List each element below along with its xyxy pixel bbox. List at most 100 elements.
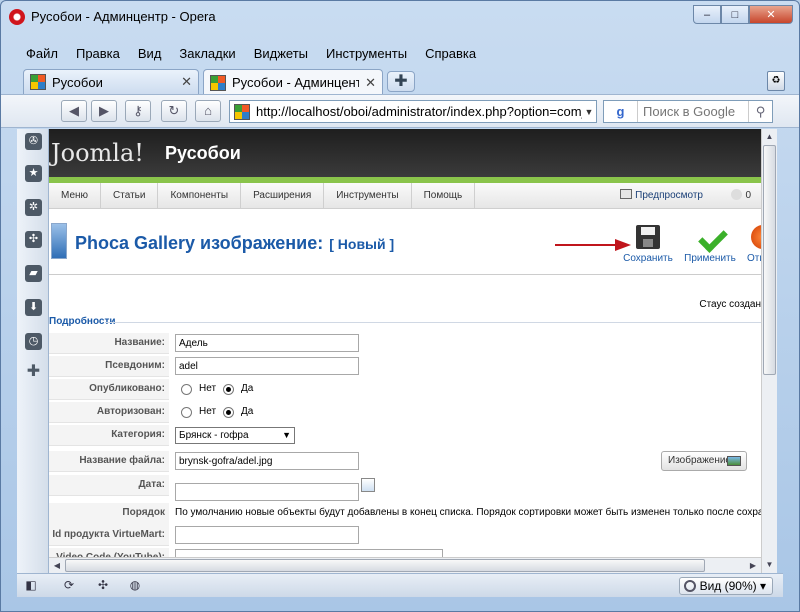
horizontal-scrollbar[interactable]: ◀ ▶ (49, 557, 761, 573)
panel-favorites-icon[interactable]: ★ (25, 165, 42, 182)
horizontal-scroll-thumb[interactable] (65, 559, 705, 572)
published-no-radio[interactable] (181, 384, 192, 395)
address-bar[interactable]: ▼ (229, 100, 597, 123)
published-yes-radio[interactable] (223, 384, 234, 395)
approved-no-radio[interactable] (181, 407, 192, 418)
forward-button[interactable]: ▶ (91, 100, 117, 122)
zoom-control[interactable]: Вид (90%) ▾ (678, 577, 773, 595)
window-title: Русобои - Админцентр - Opera (31, 9, 216, 24)
key-icon[interactable]: ⚷ (125, 100, 151, 122)
save-button[interactable]: Сохранить (621, 225, 675, 264)
date-input[interactable] (175, 483, 359, 501)
image-icon (727, 456, 741, 466)
menu-edit[interactable]: Правка (67, 44, 129, 65)
published-yes-label: Да (241, 383, 254, 394)
scroll-right-icon[interactable]: ▶ (745, 558, 761, 573)
row-name: Название: (49, 333, 761, 355)
zoom-level: Вид (90%) (699, 579, 757, 593)
menu-tools[interactable]: Инструменты (317, 44, 416, 65)
panel-add-icon[interactable]: ✚ (25, 363, 42, 380)
tab-admin-center[interactable]: Русобои - Админцентр ✕ (203, 69, 383, 95)
row-filename: Название файла: Изображение (49, 451, 761, 473)
trash-icon[interactable]: ♻ (767, 71, 785, 91)
admin-menu-extensions[interactable]: Расширения (241, 183, 325, 208)
site-favicon-icon (210, 74, 226, 91)
cancel-icon (751, 225, 761, 249)
scroll-left-icon[interactable]: ◀ (49, 558, 65, 573)
cancel-button[interactable]: Отмена (741, 225, 761, 264)
search-input[interactable] (638, 104, 748, 119)
vertical-scrollbar[interactable]: ▲ ▼ (761, 129, 777, 573)
tab-close-icon[interactable]: ✕ (181, 74, 192, 90)
admin-menu-articles[interactable]: Статьи (101, 183, 159, 208)
site-name: Русобои (165, 143, 241, 163)
page-title-text: Phoca Gallery изображение: (75, 233, 324, 253)
tab-bar: Русобои ✕ Русобои - Админцентр ✕ ✚ ♻ (1, 67, 799, 95)
close-button[interactable]: ✕ (749, 5, 793, 24)
site-favicon-icon (234, 103, 250, 120)
date-label: Дата: (49, 475, 169, 496)
preview-link[interactable]: Предпросмотр (620, 183, 703, 209)
select-image-button[interactable]: Изображение (661, 451, 747, 471)
menu-widgets[interactable]: Виджеты (245, 44, 317, 65)
menu-view[interactable]: Вид (129, 44, 171, 65)
status-text: Стаус создан (699, 299, 761, 310)
message-count-value: 0 (745, 190, 751, 201)
message-count[interactable]: 0 (731, 183, 751, 209)
browser-window: Русобои - Админцентр - Opera – □ ✕ Файл … (0, 0, 800, 612)
apply-button[interactable]: Применить (683, 225, 737, 264)
alias-input[interactable] (175, 357, 359, 375)
sync-icon[interactable]: ⟳ (61, 578, 77, 594)
scroll-up-icon[interactable]: ▲ (762, 129, 777, 145)
search-icon[interactable]: ⚲ (748, 101, 772, 122)
vertical-scroll-thumb[interactable] (763, 145, 776, 375)
google-icon[interactable]: g (604, 101, 638, 122)
filename-input[interactable] (175, 452, 359, 470)
maximize-button[interactable]: □ (721, 5, 749, 24)
url-input[interactable] (256, 104, 582, 119)
tab-close-icon[interactable]: ✕ (365, 75, 376, 91)
reload-button[interactable]: ↻ (161, 100, 187, 122)
joomla-header: Joomla! Русобои (49, 129, 761, 177)
tab-rusoboi[interactable]: Русобои ✕ (23, 69, 199, 94)
panel-widgets-icon[interactable]: ✲ (25, 199, 42, 216)
joomla-logo: Joomla! (51, 139, 144, 167)
scroll-down-icon[interactable]: ▼ (762, 557, 777, 573)
row-virtuemart: Id продукта VirtueMart: (49, 525, 761, 547)
menu-file[interactable]: Файл (17, 44, 67, 65)
approved-yes-label: Да (241, 406, 254, 417)
category-select[interactable]: Брянск - гофра ▼ (175, 427, 295, 444)
panel-downloads-icon[interactable]: ⬇ (25, 299, 42, 316)
minimize-button[interactable]: – (693, 5, 721, 24)
menu-bookmarks[interactable]: Закладки (170, 44, 244, 65)
calendar-icon[interactable] (361, 478, 375, 492)
panel-unite-icon[interactable]: ✣ (25, 231, 42, 248)
tab-label: Русобои - Админцентр (232, 75, 360, 90)
category-label: Категория: (49, 425, 169, 446)
site-favicon-icon (30, 74, 46, 90)
component-toolbar: Phoca Gallery изображение: [ Новый ] Сохр… (49, 209, 761, 275)
virtuemart-input[interactable] (175, 526, 359, 544)
admin-menu-help[interactable]: Помощь (412, 183, 476, 208)
panel-history-icon[interactable]: ◷ (25, 333, 42, 350)
menu-help[interactable]: Справка (416, 44, 485, 65)
unite-icon[interactable]: ✣ (95, 578, 111, 594)
search-box[interactable]: g ⚲ (603, 100, 773, 123)
name-input[interactable] (175, 334, 359, 352)
row-alias: Псевдоним: (49, 356, 761, 378)
row-date: Дата: (49, 475, 761, 501)
checkmark-icon (698, 225, 722, 249)
admin-menu-components[interactable]: Компоненты (158, 183, 242, 208)
home-button[interactable]: ⌂ (195, 100, 221, 122)
chevron-down-icon[interactable]: ▼ (582, 107, 596, 117)
panel-bookmarks-icon[interactable]: ✇ (25, 133, 42, 150)
new-tab-button[interactable]: ✚ (387, 71, 415, 92)
back-button[interactable]: ◀ (61, 100, 87, 122)
panel-toggle-icon[interactable]: ◧ (23, 578, 39, 594)
turbo-icon[interactable]: ◍ (127, 578, 143, 594)
approved-yes-radio[interactable] (223, 407, 234, 418)
admin-menu-menus[interactable]: Меню (49, 183, 102, 208)
title-bar: Русобои - Админцентр - Opera – □ ✕ (1, 1, 799, 43)
admin-menu-tools[interactable]: Инструменты (324, 183, 412, 208)
panel-notes-icon[interactable]: ▰ (25, 265, 42, 282)
